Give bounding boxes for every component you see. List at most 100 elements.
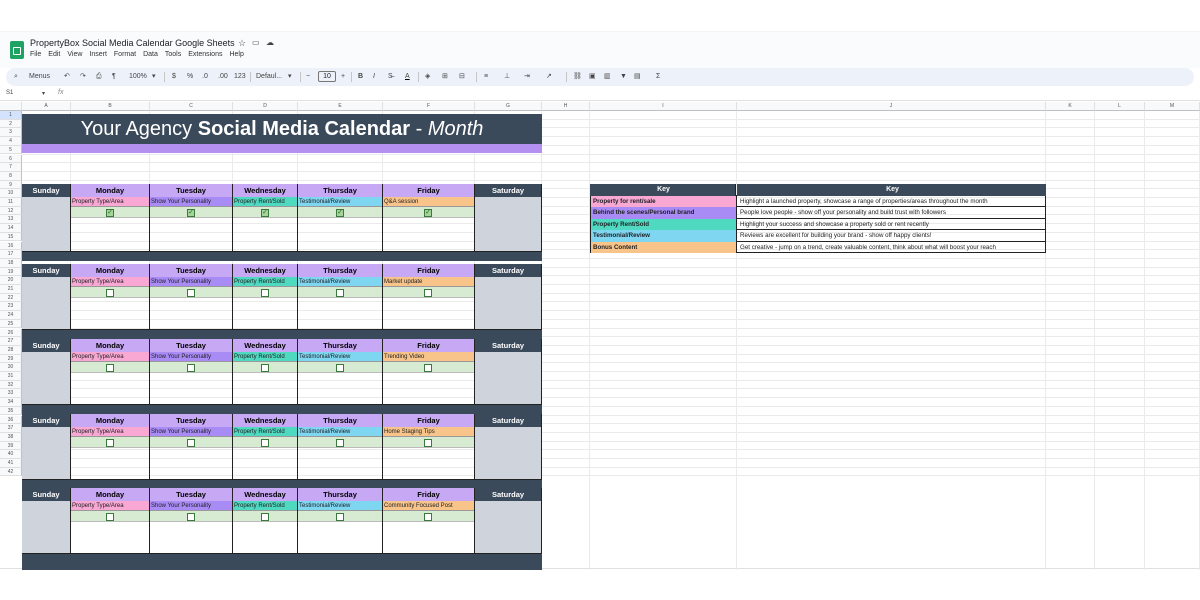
column-header[interactable]: L	[1095, 102, 1145, 111]
column-header[interactable]: J	[737, 102, 1046, 111]
day-cell-tuesday[interactable]: Show Your Personality ✓	[150, 197, 233, 252]
print-icon[interactable]: ⎙	[96, 71, 102, 83]
row-header[interactable]: 15	[0, 232, 22, 242]
post-done-checkbox[interactable]	[106, 364, 114, 372]
insert-link-icon[interactable]: ⛓	[573, 71, 582, 83]
row-header[interactable]: 24	[0, 311, 22, 320]
increase-font-size-button[interactable]: +	[341, 71, 345, 83]
post-category-label[interactable]: Property Rent/Sold	[233, 501, 297, 511]
row-header[interactable]: 33	[0, 389, 22, 399]
key-category-name[interactable]: Property Rent/Sold	[591, 218, 737, 230]
folder-icon[interactable]: ▭	[252, 38, 260, 47]
post-done-checkbox[interactable]: ✓	[336, 209, 344, 217]
column-header[interactable]: B	[71, 102, 150, 111]
menu-file[interactable]: File	[30, 51, 41, 58]
post-category-label[interactable]: Testimonial/Review	[298, 352, 382, 362]
row-header[interactable]: 32	[0, 380, 22, 390]
row-header[interactable]: 5	[0, 145, 22, 155]
post-done-checkbox[interactable]	[261, 513, 269, 521]
text-color-icon[interactable]: A	[405, 71, 410, 83]
post-done-checkbox[interactable]	[106, 439, 114, 447]
row-header[interactable]: 41	[0, 459, 22, 468]
row-header[interactable]: 23	[0, 302, 22, 312]
day-cell-wednesday[interactable]: Property Rent/Sold	[233, 277, 298, 330]
column-header[interactable]: D	[233, 102, 298, 111]
italic-button[interactable]: I	[373, 71, 375, 83]
post-done-checkbox[interactable]	[424, 439, 432, 447]
post-category-label[interactable]: Show Your Personality	[150, 427, 232, 437]
post-done-checkbox[interactable]	[261, 439, 269, 447]
day-cell-friday[interactable]: Trending Video	[383, 352, 475, 405]
column-header[interactable]: G	[475, 102, 542, 111]
post-category-label[interactable]: Community Focused Post	[383, 501, 474, 511]
decrease-font-size-button[interactable]: −	[306, 71, 310, 83]
align-left-icon[interactable]: ≡	[484, 71, 488, 83]
column-header[interactable]: E	[298, 102, 383, 111]
row-header[interactable]: 31	[0, 372, 22, 381]
name-box[interactable]: S1	[6, 90, 13, 96]
search-menus-icon[interactable]: ⌕	[14, 71, 18, 83]
paint-format-icon[interactable]: ¶	[112, 71, 116, 83]
currency-format-button[interactable]: $	[172, 71, 176, 83]
row-header[interactable]: 21	[0, 285, 22, 294]
row-header[interactable]: 7	[0, 163, 22, 172]
number-format-button[interactable]: 123	[234, 71, 246, 83]
post-done-checkbox[interactable]	[187, 513, 195, 521]
text-wrap-icon[interactable]: ⇥	[524, 71, 530, 83]
column-header[interactable]: C	[150, 102, 233, 111]
key-category-description[interactable]: Highlight a launched property, showcase …	[738, 196, 1047, 208]
increase-decimal-button[interactable]: .00	[218, 71, 228, 83]
post-done-checkbox[interactable]: ✓	[261, 209, 269, 217]
insert-chart-icon[interactable]: ▥	[604, 71, 611, 83]
star-icon[interactable]: ☆	[238, 38, 246, 49]
key-category-name[interactable]: Behind the scenes/Personal brand	[591, 207, 737, 219]
menu-format[interactable]: Format	[114, 51, 136, 58]
day-cell-sunday[interactable]	[22, 352, 71, 405]
day-cell-tuesday[interactable]: Show Your Personality	[150, 277, 233, 330]
row-header[interactable]: 28	[0, 345, 22, 355]
day-cell-wednesday[interactable]: Property Rent/Sold	[233, 352, 298, 405]
day-cell-monday[interactable]: Property Type/Area	[71, 501, 150, 554]
post-category-label[interactable]: Show Your Personality	[150, 352, 232, 362]
post-done-checkbox[interactable]	[336, 289, 344, 297]
day-cell-friday[interactable]: Community Focused Post	[383, 501, 475, 554]
post-category-label[interactable]: Property Type/Area	[71, 501, 149, 511]
row-header[interactable]: 10	[0, 189, 22, 198]
fill-color-icon[interactable]: ◈	[425, 71, 430, 83]
zoom-select[interactable]: 100%	[129, 71, 147, 83]
post-done-checkbox[interactable]	[336, 364, 344, 372]
post-done-checkbox[interactable]	[187, 289, 195, 297]
column-header[interactable]: A	[22, 102, 71, 111]
undo-icon[interactable]: ↶	[64, 71, 70, 83]
filter-views-icon[interactable]: ▤	[634, 71, 641, 83]
menu-help[interactable]: Help	[229, 51, 243, 58]
day-cell-saturday[interactable]	[475, 277, 542, 330]
row-header[interactable]: 8	[0, 171, 22, 181]
post-category-label[interactable]: Q&A session	[383, 197, 474, 207]
column-header[interactable]: F	[383, 102, 475, 111]
post-category-label[interactable]: Property Type/Area	[71, 277, 149, 287]
row-header[interactable]: 9	[0, 180, 22, 190]
row-header[interactable]: 3	[0, 128, 22, 138]
functions-icon[interactable]: Σ	[656, 71, 660, 83]
text-rotation-icon[interactable]: ↗	[546, 71, 552, 83]
post-category-label[interactable]: Property Rent/Sold	[233, 352, 297, 362]
row-header[interactable]: 25	[0, 319, 22, 329]
key-category-name[interactable]: Testimonial/Review	[591, 230, 737, 242]
column-header[interactable]: K	[1046, 102, 1095, 111]
row-header[interactable]: 1	[0, 111, 22, 120]
menu-view[interactable]: View	[67, 51, 82, 58]
font-size-input[interactable]: 10	[318, 71, 336, 82]
column-header[interactable]: M	[1145, 102, 1200, 111]
row-header[interactable]: 14	[0, 224, 22, 233]
day-cell-tuesday[interactable]: Show Your Personality	[150, 352, 233, 405]
row-header[interactable]: 11	[0, 198, 22, 207]
post-done-checkbox[interactable]	[424, 513, 432, 521]
merge-cells-icon[interactable]: ⊟	[459, 71, 465, 83]
row-header[interactable]: 26	[0, 328, 22, 338]
day-cell-sunday[interactable]	[22, 197, 71, 252]
vertical-align-icon[interactable]: ⊥	[504, 71, 510, 83]
day-cell-thursday[interactable]: Testimonial/Review	[298, 427, 383, 480]
day-cell-wednesday[interactable]: Property Rent/Sold	[233, 501, 298, 554]
post-category-label[interactable]: Testimonial/Review	[298, 427, 382, 437]
